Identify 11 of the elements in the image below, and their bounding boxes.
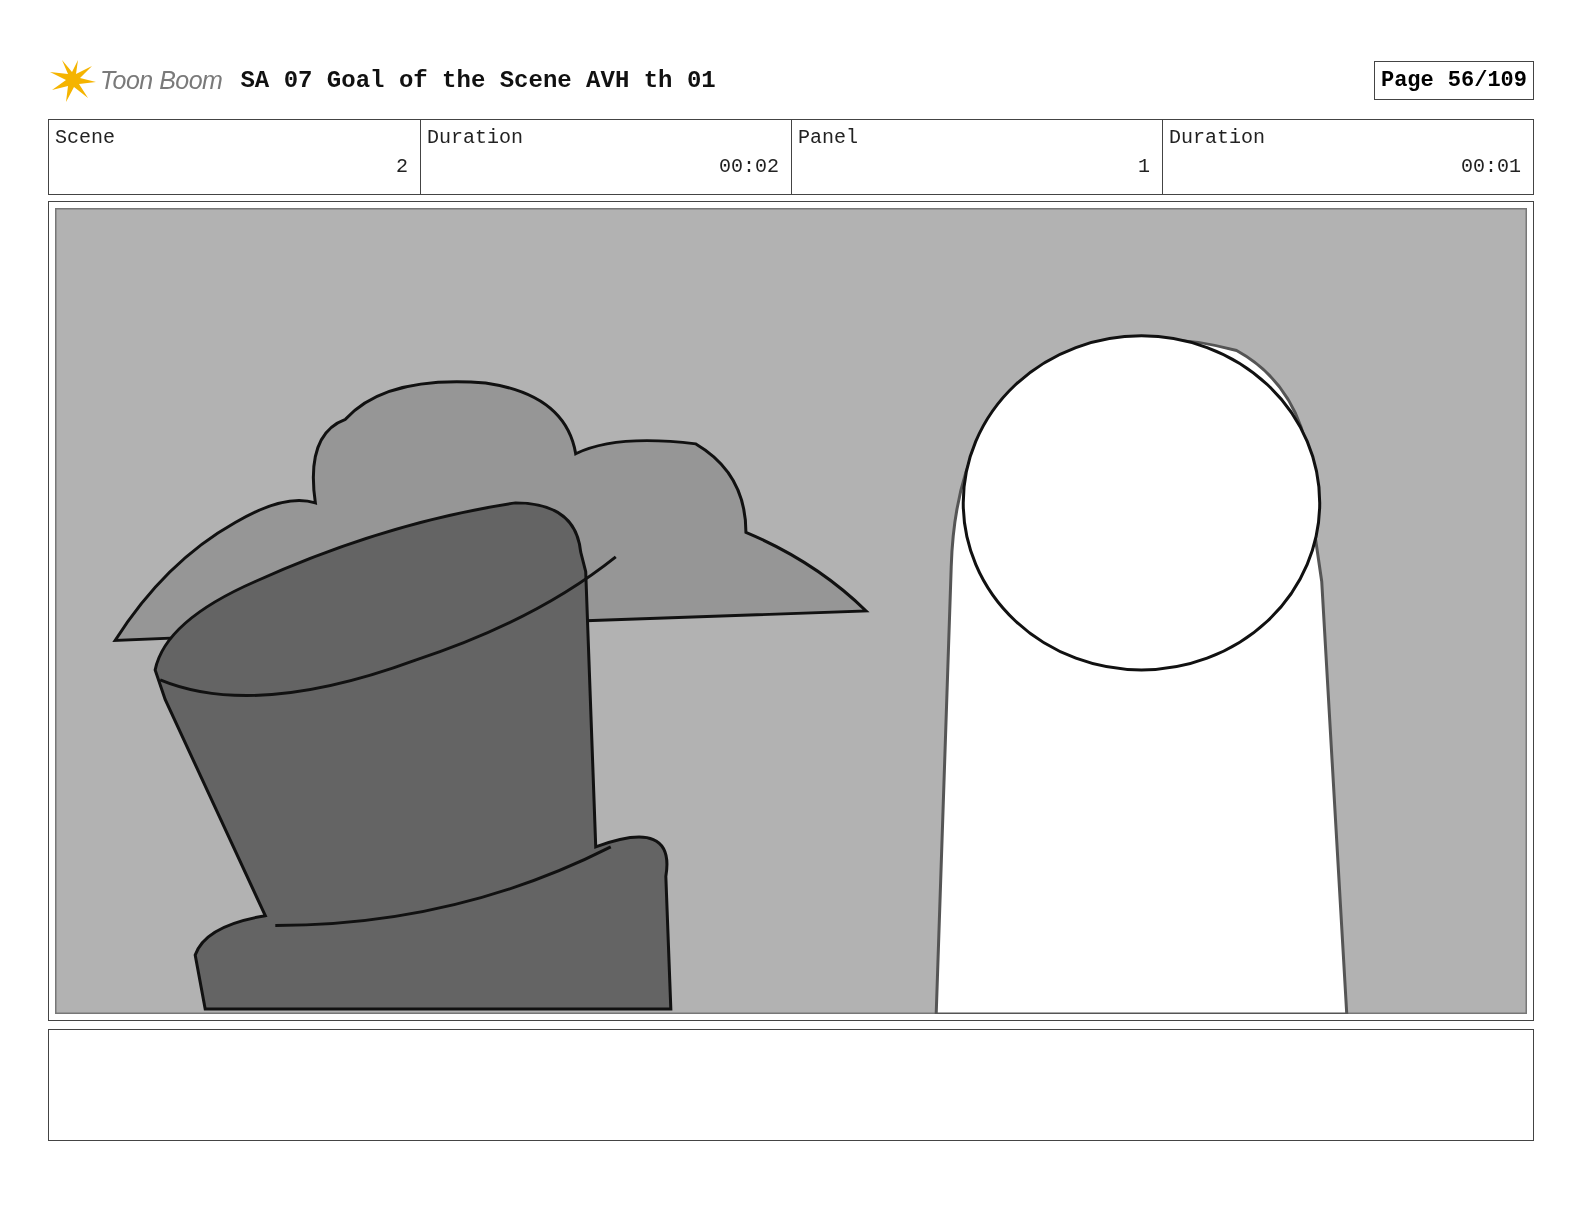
field-label: Duration — [427, 126, 524, 149]
field-label: Panel — [798, 126, 859, 149]
field-value: 2 — [396, 155, 408, 178]
field-value: 00:01 — [1461, 155, 1521, 178]
field-label: Scene — [55, 126, 116, 149]
document-title: SA 07 Goal of the Scene AVH th 01 — [240, 66, 716, 94]
field-label: Duration — [1169, 126, 1266, 149]
page-indicator: Page 56/109 — [1373, 60, 1534, 100]
field-value: 1 — [1138, 155, 1150, 178]
field-value: 00:02 — [719, 155, 779, 178]
logo-text: Toon Boom — [100, 65, 223, 95]
